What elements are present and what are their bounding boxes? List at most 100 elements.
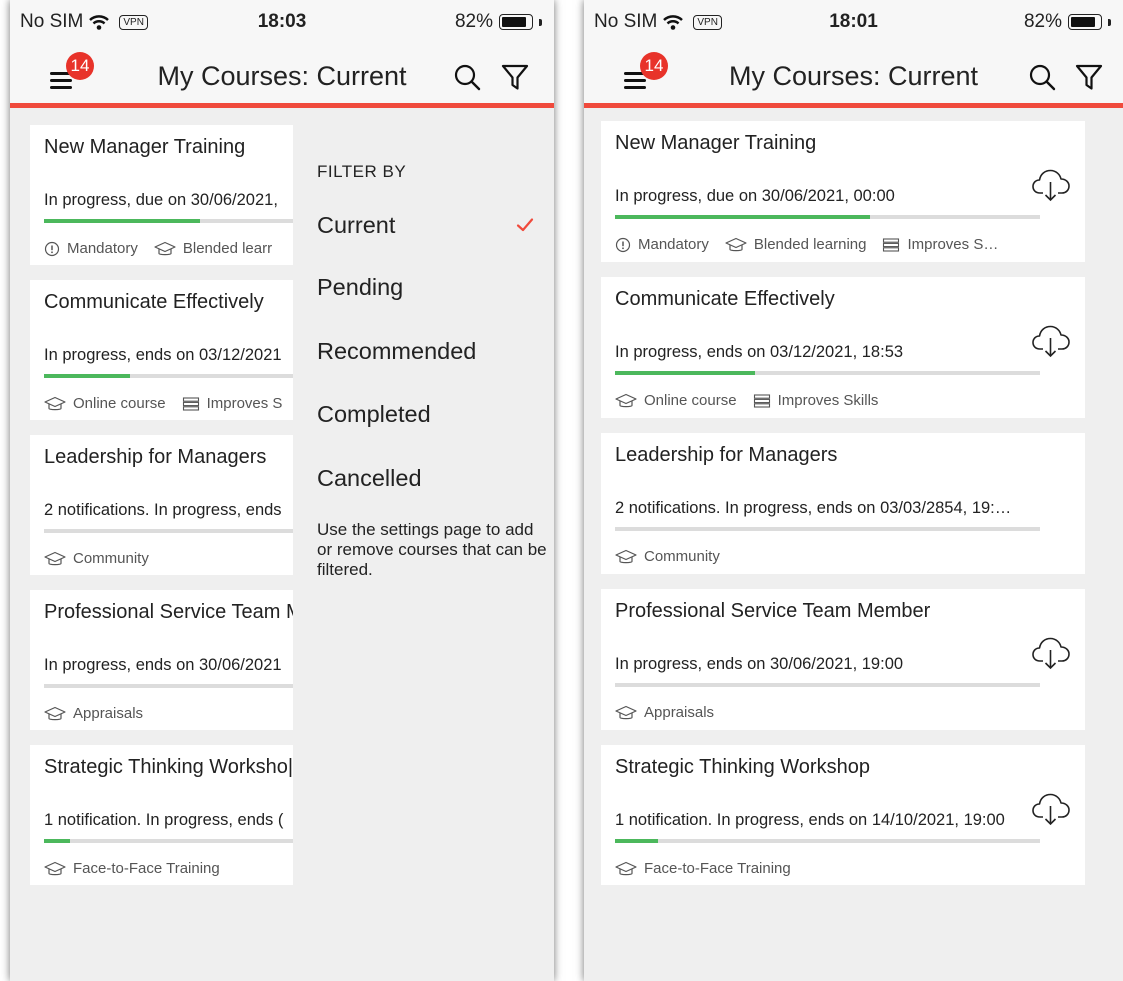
course-title: New Manager Training <box>44 136 246 158</box>
filter-help-text: Use the settings page to add or remove c… <box>317 520 547 579</box>
graduation-cap-icon <box>615 705 637 719</box>
cloud-download-icon[interactable] <box>1031 633 1071 673</box>
tag-label: Community <box>644 548 720 565</box>
progress-bar <box>44 219 304 223</box>
filter-option-pending[interactable]: Pending <box>317 274 403 301</box>
progress-bar <box>615 527 1040 531</box>
course-title: Strategic Thinking Worksho| <box>44 756 294 778</box>
course-title: Professional Service Team Member <box>615 600 931 622</box>
course-title: Leadership for Managers <box>44 446 267 468</box>
course-title: Professional Service Team M <box>44 601 303 623</box>
course-title: New Manager Training <box>615 132 817 154</box>
course-tags: Online course Improves Skills <box>615 392 878 409</box>
course-card[interactable]: Leadership for Managers 2 notifications.… <box>30 435 306 575</box>
course-card[interactable]: Professional Service Team M In progress,… <box>30 590 306 730</box>
filter-option-recommended[interactable]: Recommended <box>317 338 476 365</box>
tag-label: Mandatory <box>638 236 709 253</box>
search-icon[interactable] <box>1027 62 1057 92</box>
filter-panel: FILTER BY Current Pending Recommended Co… <box>293 108 554 981</box>
progress-bar <box>615 371 1040 375</box>
battery-percent: 82% <box>454 11 493 32</box>
mandatory-icon <box>44 241 60 256</box>
graduation-cap-icon <box>725 237 747 251</box>
course-title: Communicate Effectively <box>44 291 264 313</box>
course-tags: Online course Improves S <box>44 395 282 412</box>
cloud-download-icon[interactable] <box>1031 789 1071 829</box>
graduation-cap-icon <box>44 551 66 565</box>
cloud-download-icon[interactable] <box>1031 321 1071 361</box>
tag-label: Improves Skills <box>777 392 879 409</box>
graduation-cap-icon <box>615 393 637 407</box>
tag-label: Online course <box>644 392 737 409</box>
course-card[interactable]: New Manager Training In progress, due on… <box>601 121 1085 262</box>
course-status: In progress, due on 30/06/2021, <box>44 191 278 209</box>
filter-icon[interactable] <box>500 62 530 92</box>
filter-option-completed[interactable]: Completed <box>317 401 431 428</box>
skills-icon <box>753 393 770 408</box>
progress-bar <box>44 374 304 378</box>
skills-icon <box>182 396 199 411</box>
course-tags: Appraisals <box>615 704 714 721</box>
course-status: In progress, ends on 30/06/2021 <box>44 656 282 674</box>
tag-label: Online course <box>73 395 166 412</box>
graduation-cap-icon <box>615 549 637 563</box>
course-tags: Face-to-Face Training <box>615 860 791 877</box>
tag-label: Mandatory <box>67 240 138 257</box>
progress-bar <box>44 684 304 688</box>
graduation-cap-icon <box>44 706 66 720</box>
progress-bar <box>44 529 304 533</box>
battery-group: 82% <box>1024 11 1111 33</box>
course-tags: Face-to-Face Training <box>44 860 220 877</box>
course-status: 1 notification. In progress, ends on 14/… <box>615 811 1005 829</box>
tag-label: Community <box>73 550 149 567</box>
course-status: 1 notification. In progress, ends ( <box>44 811 284 829</box>
course-tags: Community <box>44 550 149 567</box>
progress-bar <box>615 839 1040 843</box>
course-card[interactable]: Strategic Thinking Worksho| 1 notificati… <box>30 745 306 885</box>
course-status: In progress, due on 30/06/2021, 00:00 <box>615 187 895 205</box>
cloud-download-icon[interactable] <box>1031 165 1071 205</box>
graduation-cap-icon <box>44 396 66 410</box>
battery-icon <box>1068 14 1102 30</box>
battery-percent: 82% <box>1023 11 1062 32</box>
filter-option-cancelled[interactable]: Cancelled <box>317 465 422 492</box>
status-bar: No SIM VPN 18:03 82% <box>10 0 554 44</box>
course-status: In progress, ends on 30/06/2021, 19:00 <box>615 655 904 673</box>
course-card[interactable]: New Manager Training In progress, due on… <box>30 125 306 265</box>
tag-label: Improves S… <box>907 236 999 253</box>
course-title: Communicate Effectively <box>615 288 835 310</box>
progress-bar <box>615 215 1040 219</box>
nav-bar: 14 My Courses: Current <box>10 44 554 108</box>
skills-icon <box>883 237 900 252</box>
battery-group: 82% <box>455 11 542 33</box>
course-tags: Appraisals <box>44 705 143 722</box>
course-card[interactable]: Communicate Effectively In progress, end… <box>601 277 1085 418</box>
progress-bar <box>44 839 304 843</box>
nav-bar: 14 My Courses: Current <box>584 44 1123 108</box>
filter-icon[interactable] <box>1074 62 1104 92</box>
tag-label: Appraisals <box>644 704 715 721</box>
search-icon[interactable] <box>452 62 482 92</box>
course-title: Leadership for Managers <box>615 444 838 466</box>
tag-label: Blended learning <box>753 236 867 253</box>
filter-heading: FILTER BY <box>317 162 407 181</box>
checkmark-icon <box>516 218 534 232</box>
phone-screen-list: No SIM VPN 18:01 82% 14 My Courses: Curr… <box>584 0 1123 981</box>
filter-option-current[interactable]: Current <box>317 212 395 239</box>
course-card[interactable]: Leadership for Managers 2 notifications.… <box>601 433 1085 574</box>
tag-label: Face-to-Face Training <box>73 860 220 877</box>
phone-screen-filter-open: No SIM VPN 18:03 82% 14 My Courses: Curr… <box>10 0 554 981</box>
course-status: 2 notifications. In progress, ends on 03… <box>615 499 1012 517</box>
course-card[interactable]: Strategic Thinking Workshop 1 notificati… <box>601 745 1085 885</box>
mandatory-icon <box>615 237 631 252</box>
tag-label: Improves S <box>206 395 283 412</box>
course-card[interactable]: Communicate Effectively In progress, end… <box>30 280 306 420</box>
graduation-cap-icon <box>44 861 66 875</box>
battery-icon <box>499 14 533 30</box>
tag-label: Face-to-Face Training <box>644 860 791 877</box>
course-card[interactable]: Professional Service Team Member In prog… <box>601 589 1085 730</box>
graduation-cap-icon <box>154 241 176 255</box>
status-bar: No SIM VPN 18:01 82% <box>584 0 1123 44</box>
tag-label: Blended learr <box>182 240 273 257</box>
course-status: 2 notifications. In progress, ends <box>44 501 282 519</box>
